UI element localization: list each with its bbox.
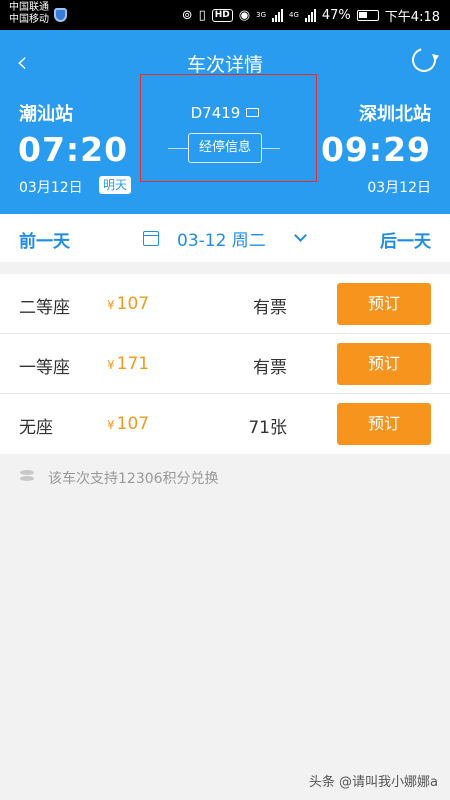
- highlight-box: [140, 74, 317, 182]
- book-button[interactable]: 预订: [337, 343, 431, 385]
- arrival-station: 深圳北站: [359, 104, 431, 125]
- departure-time: 07:20: [18, 130, 129, 169]
- seat-availability: 有票: [253, 358, 287, 378]
- battery-icon: [356, 9, 379, 21]
- carrier-2: 中国移动: [9, 14, 49, 25]
- tomorrow-badge: 明天: [99, 176, 132, 194]
- current-date: 03-12 周二: [177, 230, 266, 251]
- seat-list: 二等座 ¥107 有票 预订 一等座 ¥171 有票 预订 无座 ¥107 71…: [0, 274, 450, 454]
- book-button[interactable]: 预订: [337, 403, 431, 445]
- network-type-1: 3G: [256, 10, 266, 19]
- security-shield-icon: [54, 8, 67, 22]
- vibrate-icon: ▯: [198, 7, 206, 23]
- seat-price: ¥171: [107, 354, 150, 374]
- seat-price: ¥107: [107, 294, 150, 314]
- status-icons: ⊚ ▯ HD ◉ 3G 4G 47% 下午4:18: [182, 5, 440, 25]
- arrival-date: 03月12日: [367, 180, 431, 196]
- eye-comfort-icon: ◉: [238, 7, 251, 23]
- date-picker[interactable]: 03-12 周二: [143, 222, 307, 254]
- seat-class: 二等座: [19, 298, 70, 318]
- next-day-button[interactable]: 后一天: [380, 227, 431, 252]
- hd-icon: HD: [211, 8, 233, 22]
- seat-class: 一等座: [19, 358, 70, 378]
- chevron-down-icon: [293, 229, 307, 242]
- watermark: 头条 @请叫我小娜娜a: [308, 775, 438, 790]
- signal-2-icon: [304, 8, 316, 22]
- seat-availability: 71张: [248, 418, 287, 438]
- previous-day-button[interactable]: 前一天: [19, 227, 70, 252]
- date-navigation: 前一天 03-12 周二 后一天: [0, 214, 450, 262]
- seat-class: 无座: [19, 418, 53, 438]
- clock: 下午4:18: [384, 9, 440, 25]
- points-note: 该车次支持12306积分兑换: [20, 468, 219, 488]
- departure-date: 03月12日: [19, 180, 83, 196]
- hotspot-icon: ⊚: [181, 7, 193, 23]
- seat-availability: 有票: [253, 298, 287, 318]
- page-title: 车次详情: [186, 54, 263, 76]
- signal-1-icon: [272, 8, 283, 22]
- calendar-icon: [143, 230, 159, 246]
- seat-row: 二等座 ¥107 有票 预订: [0, 274, 450, 334]
- seat-price: ¥107: [107, 414, 150, 434]
- carrier-info: 中国联通 中国移动: [9, 2, 49, 26]
- battery-percent: 47%: [321, 7, 351, 23]
- arrival-time: 09:29: [320, 130, 431, 169]
- seat-row: 无座 ¥107 71张 预订: [0, 394, 450, 454]
- status-bar: 中国联通 中国移动 ⊚ ▯ HD ◉ 3G 4G 47% 下午4:18: [0, 0, 450, 30]
- coins-icon: [20, 470, 34, 486]
- network-type-2: 4G: [289, 10, 299, 19]
- train-header: ‹ 车次详情 潮汕站 07:20 03月12日 明天 D7419 经停信息 深圳…: [0, 30, 450, 214]
- points-note-text: 该车次支持12306积分兑换: [48, 471, 219, 487]
- book-button[interactable]: 预订: [337, 283, 431, 325]
- carrier-1: 中国联通: [9, 2, 49, 13]
- seat-row: 一等座 ¥171 有票 预订: [0, 334, 450, 394]
